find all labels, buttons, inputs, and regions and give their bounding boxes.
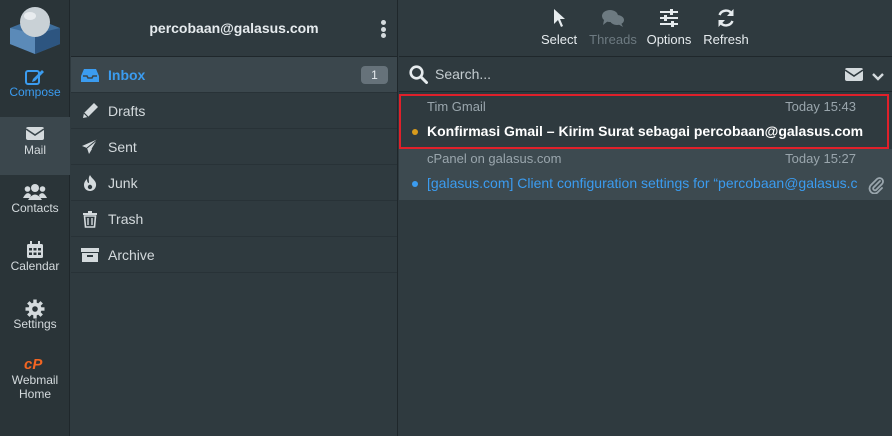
message-row[interactable]: Tim Gmail Today 15:43 Konfirmasi Gmail –… — [399, 92, 892, 149]
folder-drafts[interactable]: Drafts — [71, 93, 397, 129]
pencil-icon — [80, 101, 100, 121]
roundcube-logo[interactable] — [6, 4, 64, 54]
refresh-button[interactable]: Refresh — [702, 8, 750, 52]
inbox-icon — [80, 65, 100, 85]
envelope-icon — [844, 67, 864, 87]
nav-compose[interactable]: Compose — [0, 59, 70, 117]
options-button[interactable]: Options — [645, 8, 693, 52]
account-header: percobaan@galasus.com — [71, 0, 397, 57]
users-icon — [0, 175, 70, 201]
compose-icon — [0, 59, 70, 85]
messages-panel: Select Threads Options Refresh Search...… — [399, 0, 892, 436]
message-subject: Konfirmasi Gmail – Kirim Surat sebagai p… — [427, 123, 864, 139]
svg-text:cP: cP — [24, 356, 43, 372]
unread-dot-icon — [412, 129, 418, 135]
nav-calendar-label: Calendar — [10, 259, 60, 273]
folder-label: Drafts — [108, 102, 146, 119]
folder-label: Junk — [108, 174, 138, 191]
message-subject: [galasus.com] Client configuration setti… — [427, 175, 857, 191]
envelope-icon — [0, 117, 70, 143]
nav-webmail-label: Webmail — [11, 373, 59, 387]
nav-settings-label: Settings — [13, 317, 57, 331]
message-date: Today 15:27 — [785, 151, 856, 166]
search-icon[interactable] — [409, 65, 428, 89]
threads-label: Threads — [589, 32, 637, 47]
folder-inbox[interactable]: Inbox 1 — [71, 57, 397, 93]
message-toolbar: Select Threads Options Refresh — [399, 0, 892, 57]
nav-contacts-label: Contacts — [11, 201, 59, 215]
gear-icon — [0, 291, 70, 319]
folders-panel: percobaan@galasus.com Inbox 1 Drafts Sen… — [71, 0, 398, 436]
more-menu-icon[interactable] — [375, 18, 391, 40]
selected-dot-icon — [412, 181, 418, 187]
refresh-label: Refresh — [703, 32, 749, 47]
select-button[interactable]: Select — [541, 8, 577, 52]
nav-settings[interactable]: Settings — [0, 291, 70, 349]
archive-icon — [80, 245, 100, 265]
search-bar — [399, 57, 892, 92]
nav-home-label: Home — [18, 387, 51, 401]
nav-calendar[interactable]: Calendar — [0, 233, 70, 291]
search-options[interactable] — [844, 67, 884, 87]
comments-icon — [588, 8, 638, 32]
folder-label: Trash — [108, 210, 144, 227]
chevron-down-icon — [872, 68, 884, 86]
cpanel-icon: cP — [0, 349, 70, 373]
nav-mail-label: Mail — [23, 143, 46, 157]
nav-webmail-home[interactable]: cP Webmail Home — [0, 349, 70, 415]
folder-trash[interactable]: Trash — [71, 201, 397, 237]
calendar-icon — [0, 233, 70, 259]
select-label: Select — [541, 32, 578, 47]
trash-icon — [80, 209, 100, 229]
folder-sent[interactable]: Sent — [71, 129, 397, 165]
folder-label: Inbox — [108, 66, 146, 83]
threads-button[interactable]: Threads — [588, 8, 638, 52]
message-date: Today 15:43 — [785, 99, 856, 114]
folder-label: Archive — [108, 246, 155, 263]
account-email: percobaan@galasus.com — [149, 20, 319, 36]
app-navigation: Compose Mail Contacts Calendar Settings … — [0, 0, 70, 436]
search-input[interactable] — [435, 64, 815, 84]
nav-mail[interactable]: Mail — [0, 117, 70, 175]
message-row[interactable]: cPanel on galasus.com Today 15:27 [galas… — [399, 149, 892, 200]
cursor-icon — [541, 8, 577, 32]
nav-compose-label: Compose — [9, 85, 61, 99]
message-sender: Tim Gmail — [427, 99, 486, 114]
folder-junk[interactable]: Junk — [71, 165, 397, 201]
folder-label: Sent — [108, 138, 137, 155]
paperclip-icon — [868, 176, 884, 199]
refresh-icon — [702, 8, 750, 32]
fire-icon — [80, 173, 100, 193]
message-sender: cPanel on galasus.com — [427, 151, 562, 166]
options-label: Options — [646, 32, 692, 47]
folder-archive[interactable]: Archive — [71, 237, 397, 273]
unread-count-badge: 1 — [361, 66, 388, 84]
nav-contacts[interactable]: Contacts — [0, 175, 70, 233]
paper-plane-icon — [80, 137, 100, 157]
sliders-icon — [645, 8, 693, 32]
